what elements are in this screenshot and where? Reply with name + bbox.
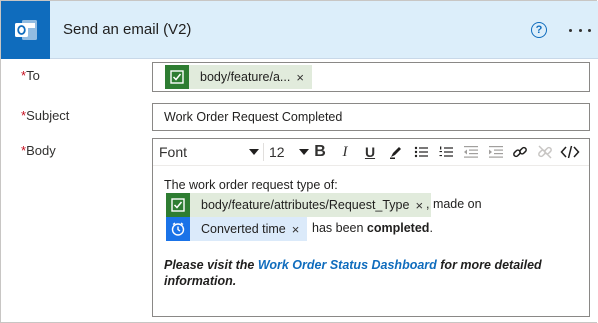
has-been-text: has been [312,221,367,235]
request-type-token[interactable]: body/feature/attributes/Request_Type × [166,193,432,217]
remove-token-icon[interactable]: × [292,222,308,237]
rich-text-toolbar: Font 12 B I U [153,139,589,166]
highlight-pen-icon[interactable] [386,139,406,165]
body-label: *Body [21,143,56,158]
action-card: Send an email (V2) ? *To body/feature/a.… [0,0,598,323]
body-label-text: Body [26,143,56,158]
request-type-token-text: body/feature/attributes/Request_Type [201,198,410,212]
completed-bold-text: completed [366,221,430,235]
toolbar-divider [263,143,264,161]
underline-button[interactable]: U [360,139,380,165]
clock-icon [166,217,190,241]
to-token-text: body/feature/a... [200,70,291,84]
subject-label: *Subject [21,108,69,123]
unlink-icon[interactable] [535,139,555,165]
outlook-icon [1,1,50,59]
subject-input[interactable]: Work Order Request Completed [152,103,590,131]
font-dropdown[interactable]: Font [159,139,259,165]
subject-value: Work Order Request Completed [164,110,343,124]
body-paragraph-line1: Please visit the Work Order Status Dashb… [164,258,542,272]
body-text-made-on: , made on [426,197,482,211]
bulleted-list-icon[interactable] [411,139,431,165]
help-icon[interactable]: ? [531,22,547,38]
to-dynamic-token[interactable]: body/feature/a... × [165,65,312,89]
to-field[interactable]: body/feature/a... × [152,62,590,92]
form-token-icon [165,65,189,89]
to-label-text: To [26,68,40,83]
chevron-down-icon [249,149,259,155]
font-size-label: 12 [269,144,285,160]
action-header[interactable]: Send an email (V2) ? [1,1,598,59]
italic-button[interactable]: I [335,139,355,165]
code-view-icon[interactable] [559,139,581,165]
bold-button[interactable]: B [310,139,330,165]
subject-label-text: Subject [26,108,70,123]
increase-indent-icon[interactable] [486,139,506,165]
body-paragraph-line2: information. [164,274,237,288]
more-details-text: for more detailed [436,258,542,272]
font-label: Font [159,144,188,160]
body-text-line1: The work order request type of: [164,178,338,192]
form-token-icon [166,193,190,217]
font-size-dropdown[interactable]: 12 [269,139,309,165]
dashboard-link[interactable]: Work Order Status Dashboard [258,258,437,272]
chevron-down-icon [299,149,309,155]
body-text-completed: has been completed. [312,221,433,235]
period-text: . [429,221,433,235]
numbered-list-icon[interactable] [436,139,456,165]
converted-time-token-text: Converted time [201,222,286,236]
converted-time-token[interactable]: Converted time × [166,217,308,241]
more-options-icon[interactable] [569,21,591,39]
decrease-indent-icon[interactable] [461,139,481,165]
link-icon[interactable] [510,139,530,165]
to-label: *To [21,68,40,83]
remove-token-icon[interactable]: × [296,70,312,85]
action-title: Send an email (V2) [63,21,192,38]
visit-text: Please visit the [164,258,258,272]
